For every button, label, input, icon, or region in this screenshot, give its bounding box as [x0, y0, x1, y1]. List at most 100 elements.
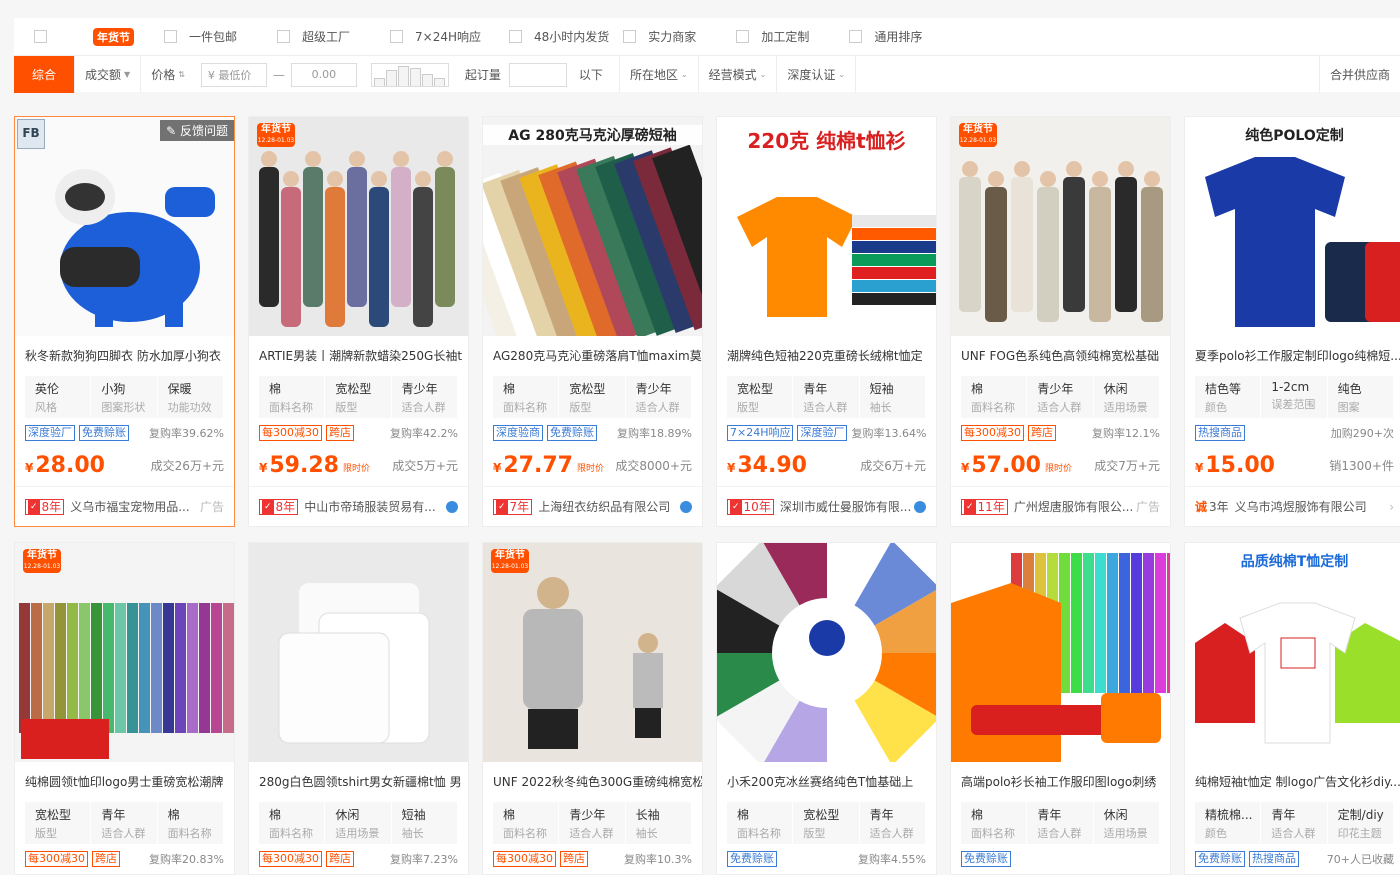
- shop-name[interactable]: 上海纽衣纺织品有限公司: [538, 498, 670, 515]
- product-title[interactable]: 潮牌纯色短袖220克重磅长绒棉t恤定: [717, 336, 936, 376]
- product-card[interactable]: 年货节 12.28-01.03 纯棉圆领t恤印logo男士重磅宽松潮牌 宽松型 版型 青年…: [14, 542, 235, 875]
- attribute-value: 长袖: [635, 808, 660, 822]
- checkbox-icon[interactable]: [164, 30, 177, 43]
- attribute-key: 适合人群: [635, 401, 680, 414]
- price-histogram[interactable]: [370, 62, 449, 87]
- attribute: 青年 适合人群: [1261, 802, 1328, 844]
- image-headline: 220克 纯棉t恤衫: [717, 125, 936, 154]
- filter-custom-processing[interactable]: 加工定制: [736, 28, 809, 45]
- product-title[interactable]: 高端polo衫长袖工作服印图logo刺绣: [951, 762, 1170, 802]
- moq-input[interactable]: [508, 62, 567, 87]
- product-image[interactable]: 220克 纯棉t恤衫: [717, 117, 936, 336]
- shop-row[interactable]: ✓ 11年 广州煜唐服饰有限公... 广告: [951, 486, 1170, 526]
- limited-price-label: 限时价: [1044, 464, 1072, 474]
- shop-row[interactable]: ✓ 7年 上海纽衣纺织品有限公司: [483, 486, 702, 526]
- product-card[interactable]: 纯色POLO定制 夏季polo衫工作服定制印logo纯棉短... 桔色等 颜色 1-2c…: [1184, 116, 1400, 527]
- product-card[interactable]: 年货节 12.28-01.03 UNF 2022秋冬纯色300G重磅纯棉宽松棉面料名…: [482, 542, 703, 875]
- shop-name[interactable]: 义乌市鸿煜服饰有限公司: [1235, 498, 1367, 515]
- product-title[interactable]: 纯棉圆领t恤印logo男士重磅宽松潮牌: [15, 762, 234, 802]
- product-image[interactable]: [951, 543, 1170, 762]
- product-title[interactable]: UNF FOG色系纯色高领纯棉宽松基础: [951, 336, 1170, 376]
- attribute: 休闲 适用场景: [1094, 376, 1160, 418]
- product-image[interactable]: 年货节 12.28-01.03: [15, 543, 234, 762]
- service-tag: 免费赊账: [547, 425, 597, 441]
- product-card[interactable]: 品质纯棉T恤定制 纯棉短袖t恤定 制logo广告文化衫diy... 精梳棉... 颜色…: [1184, 542, 1400, 875]
- product-image[interactable]: [717, 543, 936, 762]
- shop-name[interactable]: 广州煜唐服饰有限公...: [1014, 498, 1133, 515]
- attribute: 保暖 功能功效: [158, 376, 224, 418]
- attribute: 棉面料名称: [961, 802, 1028, 844]
- min-price-input[interactable]: ¥ 最低价: [200, 62, 267, 87]
- shop-name[interactable]: 义乌市福宝宠物用品...: [70, 498, 189, 515]
- attribute-key: 适用场景: [1103, 401, 1148, 414]
- shop-years: 3年: [1209, 500, 1229, 514]
- shop-name[interactable]: 中山市帝琦服装贸易有...: [304, 498, 435, 515]
- product-title[interactable]: 秋冬新款狗狗四脚衣 防水加厚小狗衣: [15, 336, 234, 376]
- product-title[interactable]: 280g白色圆领tshirt男女新疆棉t恤 男: [249, 762, 468, 802]
- attribute: 精梳棉... 颜色: [1195, 802, 1262, 844]
- sort-tab-price[interactable]: 价格 ⇅: [141, 56, 195, 93]
- product-title[interactable]: 小禾200克冰丝赛络纯色T恤基础上: [717, 762, 936, 802]
- product-image[interactable]: FB ✎ 反馈问题: [15, 117, 234, 336]
- checkbox-icon[interactable]: [849, 30, 863, 43]
- product-title[interactable]: ARTIE男装丨潮牌新款蜡染250G长袖t: [249, 336, 468, 376]
- product-card[interactable]: 高端polo衫长袖工作服印图logo刺绣棉面料名称 青年 适合人群 休闲 适用场景 免费赊…: [950, 542, 1171, 875]
- chat-icon[interactable]: [680, 500, 692, 513]
- product-card[interactable]: 220克 纯棉t恤衫 潮牌纯色短袖220克重磅长绒棉t恤定 宽松型 版型 青年 适合人群短…: [716, 116, 937, 527]
- feedback-button[interactable]: ✎ 反馈问题: [160, 120, 234, 141]
- product-card[interactable]: 小禾200克冰丝赛络纯色T恤基础上棉面料名称 宽松型 版型 青年 适合人群 免费赊账 复购率…: [716, 542, 937, 875]
- filter-nianhuojie[interactable]: 年货节: [93, 27, 134, 46]
- sort-tab-turnover[interactable]: 成交额 ▼: [75, 56, 142, 93]
- filter-check-all[interactable]: [34, 30, 59, 43]
- shop-years: ✓ 10年: [727, 498, 774, 515]
- filter-strong-merchant[interactable]: 实力商家: [623, 28, 696, 45]
- checkbox-icon[interactable]: [277, 30, 291, 43]
- product-title[interactable]: UNF 2022秋冬纯色300G重磅纯棉宽松: [483, 762, 702, 802]
- chat-icon[interactable]: [914, 500, 926, 513]
- attribute-key: 版型: [35, 827, 57, 840]
- product-image[interactable]: 品质纯棉T恤定制: [1185, 543, 1400, 762]
- filter-general-sort[interactable]: 通用排序: [849, 28, 922, 45]
- cheng-icon: 诚: [1195, 500, 1208, 514]
- product-image[interactable]: AG 280克马克沁厚磅短袖: [483, 117, 702, 336]
- filter-super-factory[interactable]: 超级工厂: [277, 28, 350, 45]
- checkbox-icon[interactable]: [623, 30, 637, 43]
- checkbox-icon[interactable]: [34, 30, 47, 43]
- chat-icon[interactable]: [446, 500, 458, 513]
- shop-years: ✓ 8年: [25, 498, 65, 515]
- product-card[interactable]: 年货节 12.28-01.03 ARTIE男装丨潮牌新款蜡染250G长袖t 棉面料名称…: [248, 116, 469, 527]
- business-mode-dropdown[interactable]: 经营模式 ⌄: [699, 56, 778, 93]
- checkbox-icon[interactable]: [509, 30, 523, 43]
- service-tag: 每300减30: [493, 851, 556, 867]
- product-card[interactable]: AG 280克马克沁厚磅短袖 AG280克马克沁重磅落肩T恤maxim莫棉面料名称…: [482, 116, 703, 527]
- shop-name[interactable]: 深圳市威仕曼服饰有限...: [780, 498, 911, 515]
- filter-free-shipping[interactable]: 一件包邮: [164, 28, 237, 45]
- deep-cert-dropdown[interactable]: 深度认证 ⌄: [777, 56, 857, 93]
- product-image[interactable]: 年货节 12.28-01.03: [483, 543, 702, 762]
- attribute: 棉面料名称: [259, 376, 326, 418]
- product-image[interactable]: 年货节 12.28-01.03: [951, 117, 1170, 336]
- product-title[interactable]: AG280克马克沁重磅落肩T恤maxim莫: [483, 336, 702, 376]
- filter-48h-ship[interactable]: 48小时内发货: [509, 28, 609, 45]
- max-price-input[interactable]: 0.00: [290, 62, 357, 87]
- product-card[interactable]: 280g白色圆领tshirt男女新疆棉t恤 男棉面料名称 休闲 适用场景 短袖 袖长 每3…: [248, 542, 469, 875]
- checkbox-icon[interactable]: [390, 30, 404, 43]
- shop-row[interactable]: ✓ 8年 中山市帝琦服装贸易有...: [249, 486, 468, 526]
- shop-row[interactable]: ✓ 10年 深圳市威仕曼服饰有限...: [717, 486, 936, 526]
- region-dropdown[interactable]: 所在地区 ⌄: [618, 56, 699, 93]
- product-image[interactable]: 年货节 12.28-01.03: [249, 117, 468, 336]
- product-card[interactable]: FB ✎ 反馈问题 秋冬新款狗狗四脚衣 防水加厚小狗衣 英伦 风格 小狗 图案形状 保暖 功能功…: [14, 116, 235, 527]
- chevron-right-icon[interactable]: ›: [1389, 500, 1394, 514]
- filter-24h-response[interactable]: 7×24H响应: [390, 28, 481, 45]
- sort-tab-default[interactable]: 综合: [14, 56, 76, 93]
- product-image[interactable]: [249, 543, 468, 762]
- product-title[interactable]: 夏季polo衫工作服定制印logo纯棉短...: [1185, 336, 1400, 376]
- product-title[interactable]: 纯棉短袖t恤定 制logo广告文化衫diy...: [1185, 762, 1400, 802]
- product-card[interactable]: 年货节 12.28-01.03 UNF FOG色系纯色高领纯棉宽松基础棉面料名称 青少…: [950, 116, 1171, 527]
- shop-row[interactable]: ✓ 8年 义乌市福宝宠物用品... 广告: [15, 486, 234, 526]
- merge-suppliers-button[interactable]: 合并供应商: [1318, 56, 1400, 93]
- checkbox-icon[interactable]: [736, 30, 750, 43]
- product-image[interactable]: 纯色POLO定制: [1185, 117, 1400, 336]
- attribute: 宽松型 版型: [325, 376, 392, 418]
- shop-row[interactable]: 诚 3年 义乌市鸿煜服饰有限公司 ›: [1185, 486, 1400, 526]
